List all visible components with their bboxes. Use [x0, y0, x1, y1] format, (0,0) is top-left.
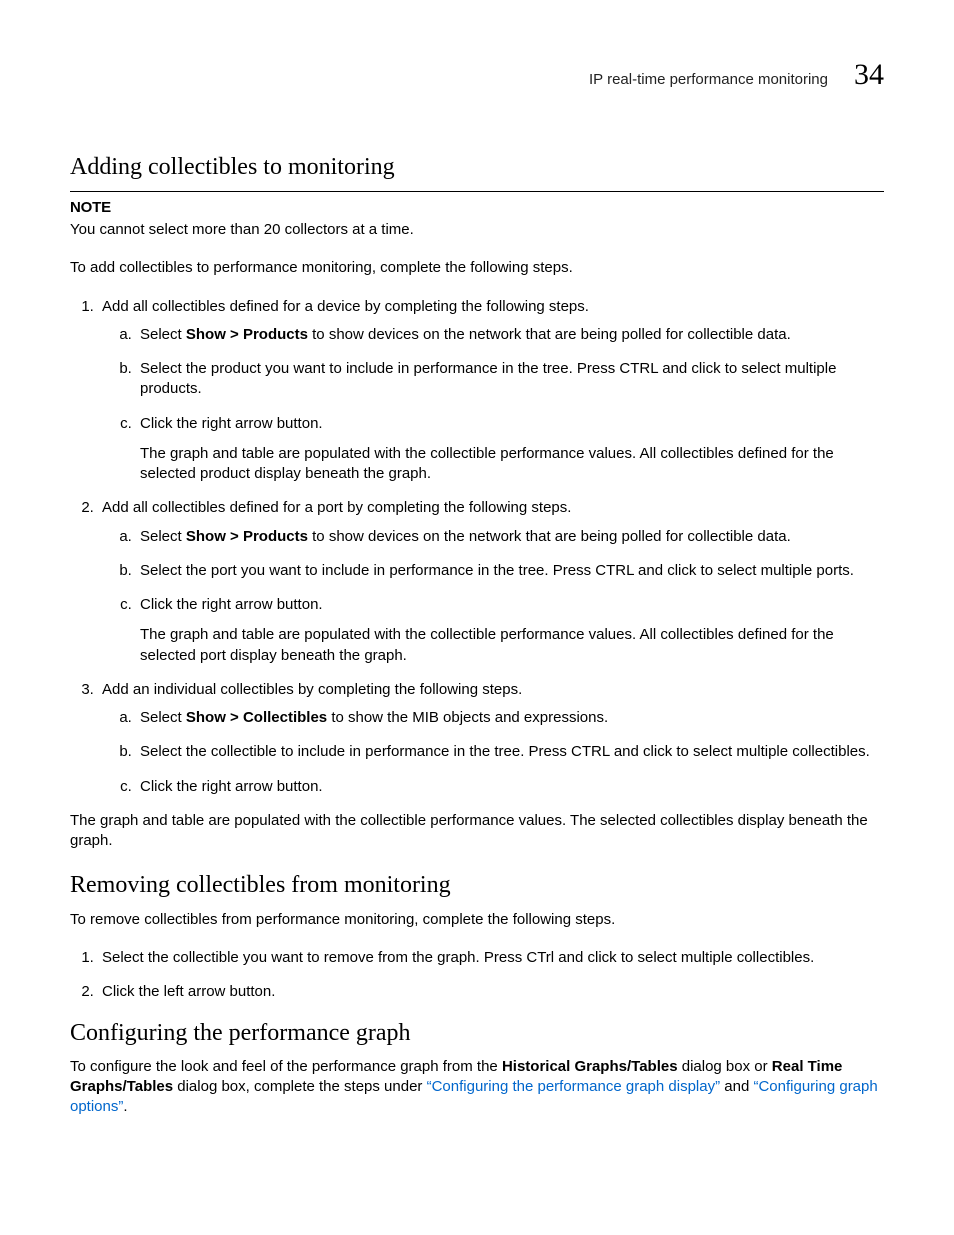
- removing-steps-list: Select the collectible you want to remov…: [70, 948, 884, 1003]
- section-tail: The graph and table are populated with t…: [70, 811, 884, 852]
- page-header: IP real-time performance monitoring 34: [70, 55, 884, 96]
- step-3-substeps: Select Show > Collectibles to show the M…: [102, 708, 884, 797]
- substep-1b: Select the product you want to include i…: [136, 359, 884, 400]
- text: To configure the look and feel of the pe…: [70, 1058, 502, 1075]
- text: Click the right arrow button.: [140, 415, 323, 432]
- substep-3a: Select Show > Collectibles to show the M…: [136, 708, 884, 728]
- bold-text: Show > Products: [186, 326, 308, 343]
- step-text: Add an individual collectibles by comple…: [102, 681, 522, 698]
- text: to show devices on the network that are …: [308, 528, 791, 545]
- text: Click the right arrow button.: [140, 596, 323, 613]
- note-label: NOTE: [70, 199, 111, 216]
- page-number: 34: [854, 55, 884, 96]
- text: Select: [140, 709, 186, 726]
- substep-1c: Click the right arrow button. The graph …: [136, 414, 884, 485]
- step-2: Click the left arrow button.: [98, 982, 884, 1002]
- substep-2b: Select the port you want to include in p…: [136, 561, 884, 581]
- step-text: Add all collectibles defined for a port …: [102, 499, 571, 516]
- text: Select: [140, 326, 186, 343]
- header-section-title: IP real-time performance monitoring: [589, 70, 828, 90]
- bold-text: Show > Collectibles: [186, 709, 327, 726]
- note-body: You cannot select more than 20 collector…: [70, 220, 884, 240]
- divider: [70, 191, 884, 192]
- bold-text: Historical Graphs/Tables: [502, 1058, 678, 1075]
- result-paragraph: The graph and table are populated with t…: [140, 444, 884, 485]
- heading-removing-collectibles: Removing collectibles from monitoring: [70, 869, 884, 901]
- text: dialog box, complete the steps under: [173, 1078, 427, 1095]
- substep-2a: Select Show > Products to show devices o…: [136, 527, 884, 547]
- text: to show the MIB objects and expressions.: [327, 709, 608, 726]
- link-configuring-display[interactable]: “Configuring the performance graph displ…: [427, 1078, 721, 1095]
- substep-2c: Click the right arrow button. The graph …: [136, 595, 884, 666]
- configuring-paragraph: To configure the look and feel of the pe…: [70, 1057, 884, 1118]
- result-paragraph: The graph and table are populated with t…: [140, 625, 884, 666]
- note-block: NOTE You cannot select more than 20 coll…: [70, 198, 884, 241]
- text: Select: [140, 528, 186, 545]
- step-1-substeps: Select Show > Products to show devices o…: [102, 325, 884, 485]
- step-text: Add all collectibles defined for a devic…: [102, 298, 589, 315]
- step-2: Add all collectibles defined for a port …: [98, 498, 884, 666]
- text: to show devices on the network that are …: [308, 326, 791, 343]
- step-1: Select the collectible you want to remov…: [98, 948, 884, 968]
- heading-adding-collectibles: Adding collectibles to monitoring: [70, 151, 884, 183]
- bold-text: Show > Products: [186, 528, 308, 545]
- text: .: [123, 1098, 127, 1115]
- adding-steps-list: Add all collectibles defined for a devic…: [70, 297, 884, 797]
- substep-3c: Click the right arrow button.: [136, 777, 884, 797]
- section-intro: To remove collectibles from performance …: [70, 910, 884, 930]
- heading-configuring-graph: Configuring the performance graph: [70, 1017, 884, 1049]
- section-intro: To add collectibles to performance monit…: [70, 258, 884, 278]
- substep-1a: Select Show > Products to show devices o…: [136, 325, 884, 345]
- step-2-substeps: Select Show > Products to show devices o…: [102, 527, 884, 666]
- text: and: [720, 1078, 753, 1095]
- step-1: Add all collectibles defined for a devic…: [98, 297, 884, 485]
- substep-3b: Select the collectible to include in per…: [136, 742, 884, 762]
- text: dialog box or: [678, 1058, 772, 1075]
- step-3: Add an individual collectibles by comple…: [98, 680, 884, 797]
